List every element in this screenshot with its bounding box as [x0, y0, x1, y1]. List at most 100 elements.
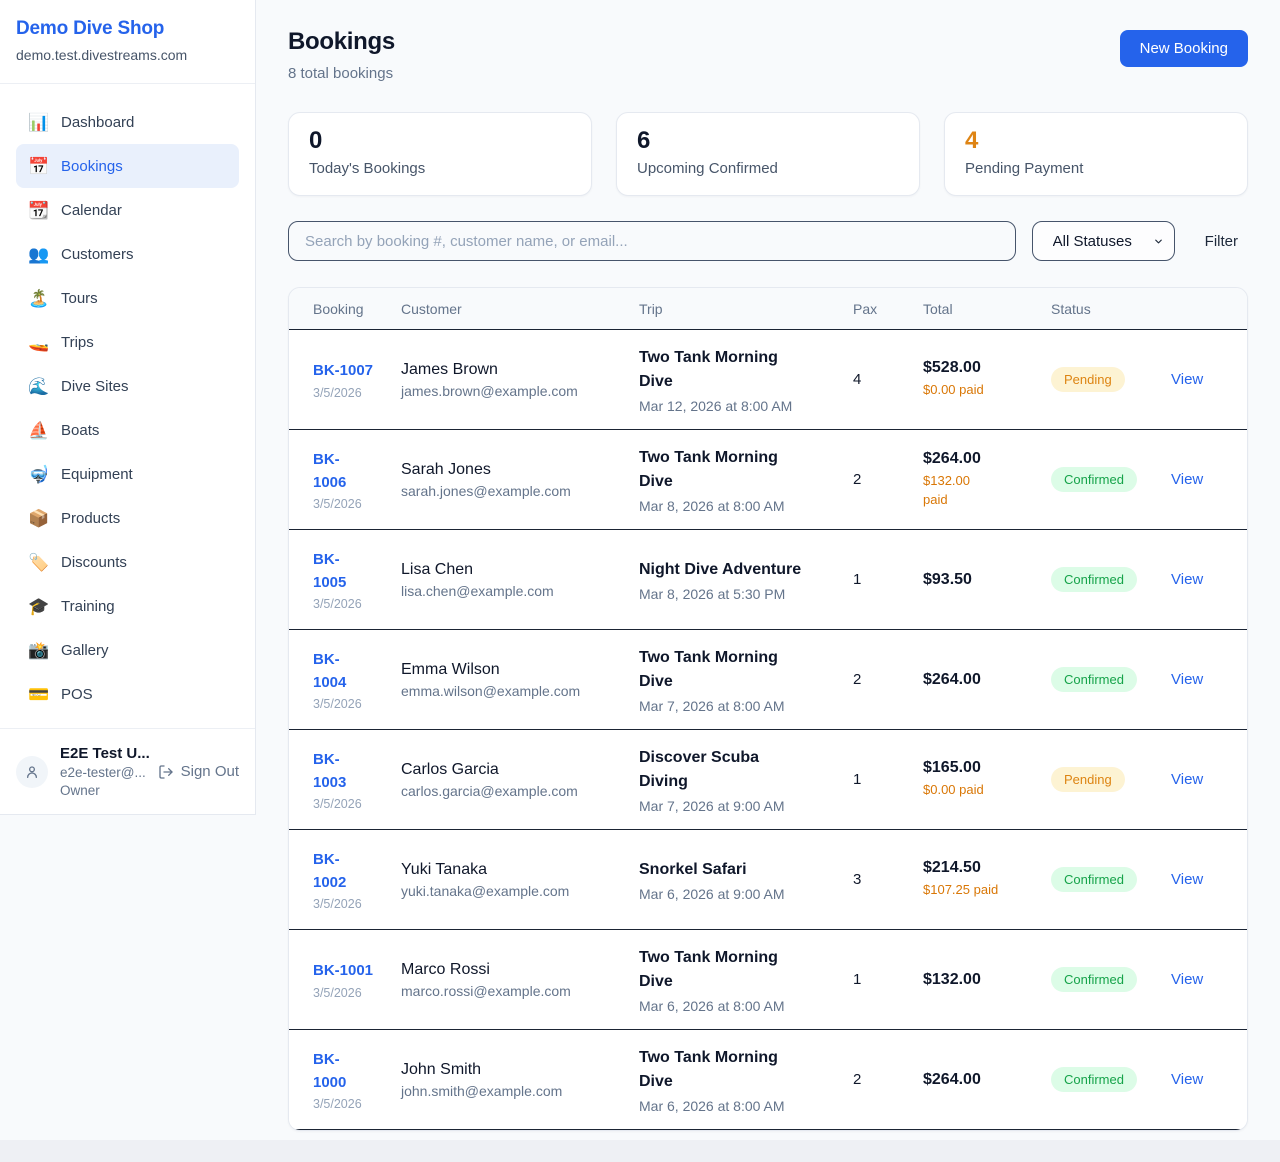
column-header-status: Status: [1051, 301, 1171, 317]
main-content: Bookings 8 total bookings New Booking 0 …: [256, 0, 1280, 1139]
view-link[interactable]: View: [1171, 671, 1203, 688]
booking-date: 3/5/2026: [313, 1097, 401, 1111]
status-cell: Confirmed: [1051, 1067, 1171, 1092]
status-cell: Confirmed: [1051, 867, 1171, 892]
customer-cell: James Brown james.brown@example.com: [401, 361, 639, 399]
table-row: BK- 1003 3/5/2026 Carlos Garcia carlos.g…: [289, 730, 1247, 830]
customer-name: Yuki Tanaka: [401, 861, 639, 879]
filter-button[interactable]: Filter: [1191, 233, 1248, 250]
sidebar-item[interactable]: 🏷️ Discounts: [16, 540, 239, 584]
column-header-pax: Pax: [853, 301, 923, 317]
user-name: E2E Test U...: [60, 744, 146, 764]
sidebar-item[interactable]: 🏝️ Tours: [16, 276, 239, 320]
shop-name: Demo Dive Shop: [16, 18, 239, 40]
pax-count: 3: [853, 871, 861, 888]
customer-name: Marco Rossi: [401, 961, 639, 979]
sidebar-item-label: Bookings: [61, 158, 123, 175]
customer-email: yuki.tanaka@example.com: [401, 883, 639, 899]
sidebar-item[interactable]: ⛵ Boats: [16, 408, 239, 452]
booking-date: 3/5/2026: [313, 597, 401, 611]
booking-id-link[interactable]: BK- 1003: [313, 748, 401, 795]
sidebar-item[interactable]: 👥 Customers: [16, 232, 239, 276]
actions-cell: View: [1171, 771, 1247, 789]
booking-date: 3/5/2026: [313, 497, 401, 511]
new-booking-button[interactable]: New Booking: [1120, 30, 1248, 67]
camera-flash-icon: 📸: [28, 642, 48, 659]
trip-datetime: Mar 7, 2026 at 8:00 AM: [639, 698, 853, 714]
view-link[interactable]: View: [1171, 1071, 1203, 1088]
view-link[interactable]: View: [1171, 971, 1203, 988]
stat-card: 6 Upcoming Confirmed: [616, 112, 920, 196]
booking-id-link[interactable]: BK- 1005: [313, 548, 401, 595]
pax-count: 2: [853, 1071, 861, 1088]
page-subtitle: 8 total bookings: [288, 65, 395, 82]
total-amount: $264.00: [923, 671, 1051, 689]
table-row: BK- 1004 3/5/2026 Emma Wilson emma.wilso…: [289, 630, 1247, 730]
status-badge: Confirmed: [1051, 667, 1137, 692]
customer-cell: Sarah Jones sarah.jones@example.com: [401, 461, 639, 499]
sidebar-item-label: Customers: [61, 246, 134, 263]
status-badge: Confirmed: [1051, 1067, 1137, 1092]
sidebar-item[interactable]: 🤿 Equipment: [16, 452, 239, 496]
trip-cell: Two Tank Morning Dive Mar 8, 2026 at 8:0…: [639, 446, 853, 514]
sidebar-item[interactable]: 📆 Calendar: [16, 188, 239, 232]
sidebar-header: Demo Dive Shop demo.test.divestreams.com: [0, 0, 255, 84]
actions-cell: View: [1171, 971, 1247, 989]
customer-name: Emma Wilson: [401, 661, 639, 679]
shop-domain: demo.test.divestreams.com: [16, 47, 239, 63]
customer-cell: Carlos Garcia carlos.garcia@example.com: [401, 761, 639, 799]
booking-id-link[interactable]: BK- 1006: [313, 448, 401, 495]
booking-cell: BK- 1004 3/5/2026: [289, 648, 401, 712]
user-email: e2e-tester@...: [60, 764, 146, 782]
column-header-trip: Trip: [639, 301, 853, 317]
pax-count: 2: [853, 471, 861, 488]
customer-email: emma.wilson@example.com: [401, 683, 639, 699]
customer-email: carlos.garcia@example.com: [401, 783, 639, 799]
actions-cell: View: [1171, 571, 1247, 589]
view-link[interactable]: View: [1171, 771, 1203, 788]
bar-chart-icon: 📊: [28, 114, 48, 131]
sidebar-item[interactable]: 📅 Bookings: [16, 144, 239, 188]
customer-cell: Lisa Chen lisa.chen@example.com: [401, 561, 639, 599]
booking-id-link[interactable]: BK- 1002: [313, 848, 401, 895]
pax-count: 2: [853, 671, 861, 688]
graduation-cap-icon: 🎓: [28, 598, 48, 615]
status-select[interactable]: All Statuses: [1032, 221, 1175, 261]
booking-date: 3/5/2026: [313, 386, 401, 400]
total-amount: $214.50: [923, 859, 1051, 877]
view-link[interactable]: View: [1171, 571, 1203, 588]
pax-cell: 3: [853, 871, 923, 889]
sidebar-item[interactable]: 🚤 Trips: [16, 320, 239, 364]
search-input[interactable]: [288, 221, 1016, 261]
view-link[interactable]: View: [1171, 471, 1203, 488]
booking-id-link[interactable]: BK-1001: [313, 959, 401, 982]
stat-card: 4 Pending Payment: [944, 112, 1248, 196]
sidebar-item[interactable]: 📦 Products: [16, 496, 239, 540]
trip-cell: Two Tank Morning Dive Mar 6, 2026 at 8:0…: [639, 946, 853, 1014]
sign-out-button[interactable]: Sign Out: [158, 763, 239, 780]
customer-cell: Yuki Tanaka yuki.tanaka@example.com: [401, 861, 639, 899]
sidebar-item[interactable]: 🎓 Training: [16, 584, 239, 628]
trip-cell: Discover Scuba Diving Mar 7, 2026 at 9:0…: [639, 746, 853, 814]
sailboat-icon: ⛵: [28, 422, 48, 439]
sidebar-item[interactable]: 🌊 Dive Sites: [16, 364, 239, 408]
pax-cell: 2: [853, 471, 923, 489]
booking-date: 3/5/2026: [313, 697, 401, 711]
booking-id-link[interactable]: BK- 1000: [313, 1048, 401, 1095]
sidebar-item[interactable]: 📸 Gallery: [16, 628, 239, 672]
customer-name: James Brown: [401, 361, 639, 379]
total-cell: $264.00: [923, 1071, 1051, 1089]
booking-id-link[interactable]: BK-1007: [313, 359, 401, 382]
trip-datetime: Mar 6, 2026 at 8:00 AM: [639, 998, 853, 1014]
sidebar-item-label: POS: [61, 686, 93, 703]
view-link[interactable]: View: [1171, 371, 1203, 388]
view-link[interactable]: View: [1171, 871, 1203, 888]
total-amount: $93.50: [923, 571, 1051, 589]
sidebar-item[interactable]: 💳 POS: [16, 672, 239, 716]
booking-id-link[interactable]: BK- 1004: [313, 648, 401, 695]
tear-off-calendar-icon: 📆: [28, 202, 48, 219]
trip-name: Two Tank Morning Dive: [639, 446, 853, 494]
sidebar-item[interactable]: 📊 Dashboard: [16, 100, 239, 144]
paid-amount: $107.25 paid: [923, 881, 1051, 900]
customer-email: sarah.jones@example.com: [401, 483, 639, 499]
